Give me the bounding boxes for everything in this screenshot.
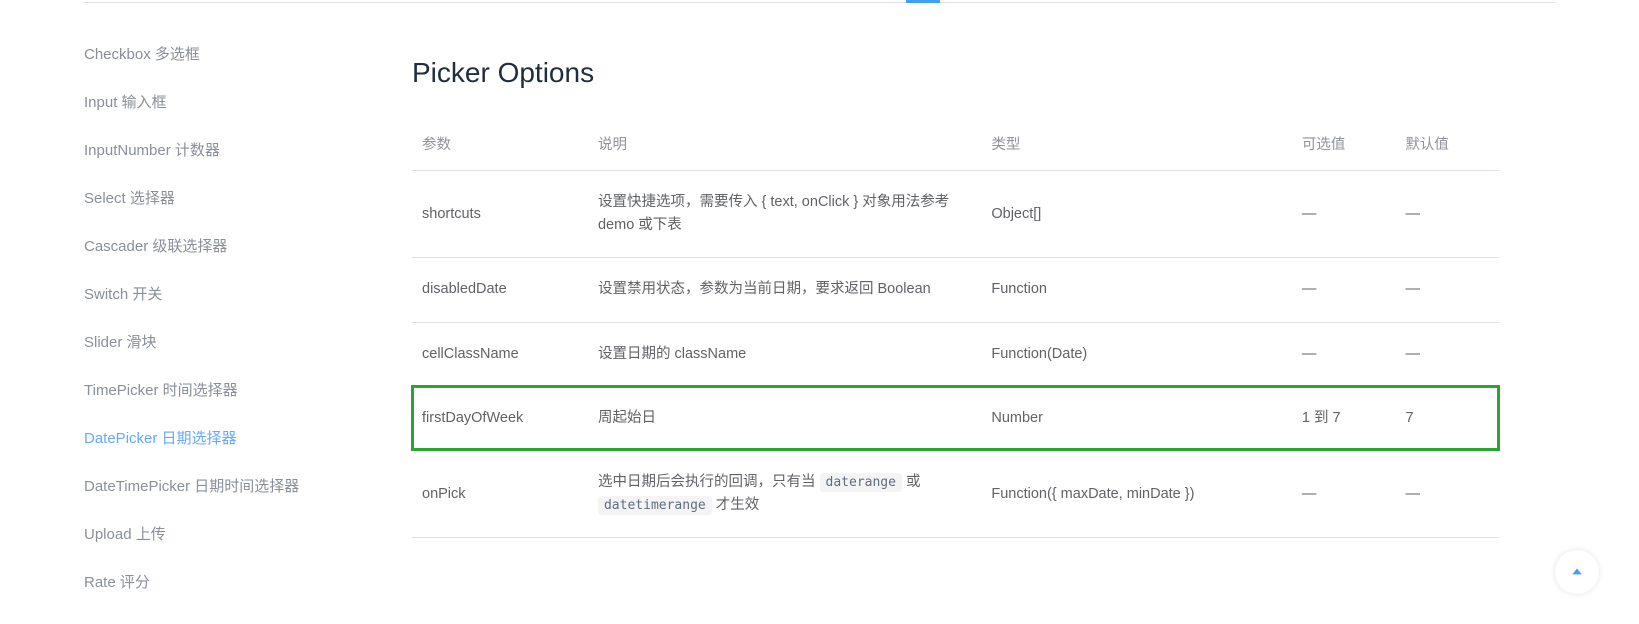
header-divider bbox=[84, 2, 1555, 3]
cell-desc: 设置日期的 className bbox=[588, 322, 981, 386]
api-table: 参数 说明 类型 可选值 默认值 shortcuts设置快捷选项，需要传入 { … bbox=[412, 117, 1499, 538]
sidebar: Checkbox 多选框Input 输入框InputNumber 计数器Sele… bbox=[84, 3, 384, 607]
cell-optional: — bbox=[1292, 322, 1396, 386]
sidebar-item-2[interactable]: InputNumber 计数器 bbox=[84, 127, 384, 175]
cell-optional: 1 到 7 bbox=[1292, 386, 1396, 450]
sidebar-item-10[interactable]: Upload 上传 bbox=[84, 511, 384, 559]
cell-desc: 周起始日 bbox=[588, 386, 981, 450]
cell-desc: 设置禁用状态，参数为当前日期，要求返回 Boolean bbox=[588, 258, 981, 322]
cell-desc: 设置快捷选项，需要传入 { text, onClick } 对象用法参考 dem… bbox=[588, 171, 981, 258]
sidebar-item-1[interactable]: Input 输入框 bbox=[84, 79, 384, 127]
table-row: firstDayOfWeek周起始日Number1 到 77 bbox=[412, 386, 1499, 450]
sidebar-item-9[interactable]: DateTimePicker 日期时间选择器 bbox=[84, 463, 384, 511]
sidebar-item-0[interactable]: Checkbox 多选框 bbox=[84, 31, 384, 79]
section-title: Picker Options bbox=[412, 57, 1499, 89]
cell-type: Function(Date) bbox=[981, 322, 1292, 386]
cell-param: disabledDate bbox=[412, 258, 588, 322]
table-row: shortcuts设置快捷选项，需要传入 { text, onClick } 对… bbox=[412, 171, 1499, 258]
cell-type: Function({ maxDate, minDate }) bbox=[981, 450, 1292, 537]
code-token: datetimerange bbox=[598, 496, 712, 515]
caret-up-icon bbox=[1570, 565, 1584, 579]
table-row: cellClassName设置日期的 classNameFunction(Dat… bbox=[412, 322, 1499, 386]
sidebar-item-3[interactable]: Select 选择器 bbox=[84, 175, 384, 223]
cell-param: firstDayOfWeek bbox=[412, 386, 588, 450]
main-content: Picker Options 参数 说明 类型 可选值 默认值 shortcut… bbox=[384, 3, 1639, 607]
sidebar-item-7[interactable]: TimePicker 时间选择器 bbox=[84, 367, 384, 415]
cell-desc: 选中日期后会执行的回调，只有当 daterange 或 datetimerang… bbox=[588, 450, 981, 537]
cell-type: Object[] bbox=[981, 171, 1292, 258]
sidebar-item-4[interactable]: Cascader 级联选择器 bbox=[84, 223, 384, 271]
sidebar-item-8[interactable]: DatePicker 日期选择器 bbox=[84, 415, 384, 463]
cell-default: — bbox=[1395, 171, 1499, 258]
cell-param: shortcuts bbox=[412, 171, 588, 258]
sidebar-item-11[interactable]: Rate 评分 bbox=[84, 559, 384, 607]
th-param: 参数 bbox=[412, 117, 588, 171]
cell-default: — bbox=[1395, 450, 1499, 537]
sidebar-item-5[interactable]: Switch 开关 bbox=[84, 271, 384, 319]
th-type: 类型 bbox=[981, 117, 1292, 171]
table-header-row: 参数 说明 类型 可选值 默认值 bbox=[412, 117, 1499, 171]
sidebar-item-6[interactable]: Slider 滑块 bbox=[84, 319, 384, 367]
cell-optional: — bbox=[1292, 450, 1396, 537]
cell-optional: — bbox=[1292, 171, 1396, 258]
cell-default: — bbox=[1395, 322, 1499, 386]
th-optional: 可选值 bbox=[1292, 117, 1396, 171]
th-desc: 说明 bbox=[588, 117, 981, 171]
back-to-top-button[interactable] bbox=[1555, 550, 1599, 594]
th-default: 默认值 bbox=[1395, 117, 1499, 171]
table-row: onPick选中日期后会执行的回调，只有当 daterange 或 dateti… bbox=[412, 450, 1499, 537]
table-row: disabledDate设置禁用状态，参数为当前日期，要求返回 BooleanF… bbox=[412, 258, 1499, 322]
cell-optional: — bbox=[1292, 258, 1396, 322]
cell-default: — bbox=[1395, 258, 1499, 322]
cell-param: onPick bbox=[412, 450, 588, 537]
cell-param: cellClassName bbox=[412, 322, 588, 386]
code-token: daterange bbox=[820, 473, 902, 492]
active-tab-indicator bbox=[906, 0, 940, 3]
cell-type: Function bbox=[981, 258, 1292, 322]
cell-type: Number bbox=[981, 386, 1292, 450]
cell-default: 7 bbox=[1395, 386, 1499, 450]
